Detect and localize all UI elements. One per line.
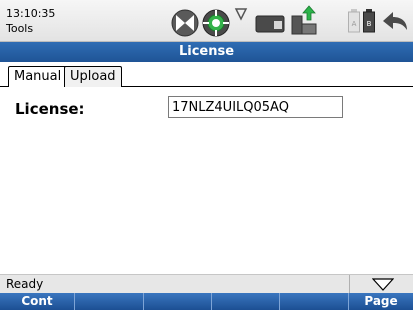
softkey-cont[interactable]: Cont	[0, 293, 75, 310]
softkey-3[interactable]	[144, 293, 212, 310]
triangle-down-icon	[372, 278, 394, 291]
satellite-dish-icon[interactable]	[170, 8, 200, 38]
signal-drop-icon	[234, 8, 248, 21]
status-text: Ready	[6, 277, 44, 291]
svg-text:B: B	[367, 20, 372, 28]
battery-b-icon: B	[363, 9, 375, 33]
license-label: License:	[15, 100, 85, 118]
page-title: License	[0, 42, 413, 62]
status-bar: Ready	[0, 274, 413, 294]
softkey-5[interactable]	[280, 293, 349, 310]
license-input[interactable]	[168, 96, 343, 118]
svg-text:A: A	[352, 20, 357, 28]
softkey-4[interactable]	[212, 293, 280, 310]
battery-a-icon: A	[348, 9, 360, 33]
status-icon-tray: A B	[0, 0, 413, 42]
tab-upload[interactable]: Upload	[64, 66, 122, 87]
usb-transfer-icon	[291, 5, 317, 35]
back-arrow-icon[interactable]	[381, 10, 409, 32]
sd-card-icon	[255, 15, 285, 33]
top-header: 13:10:35 Tools A B	[0, 0, 413, 42]
softkey-page[interactable]: Page	[349, 293, 413, 310]
tab-manual[interactable]: Manual	[8, 66, 68, 87]
gps-target-icon[interactable]	[201, 8, 231, 38]
menu-dropdown-button[interactable]	[350, 275, 413, 294]
softkey-2[interactable]	[75, 293, 144, 310]
tab-strip: Manual Upload	[0, 62, 413, 87]
softkey-bar: Cont Page	[0, 293, 413, 310]
